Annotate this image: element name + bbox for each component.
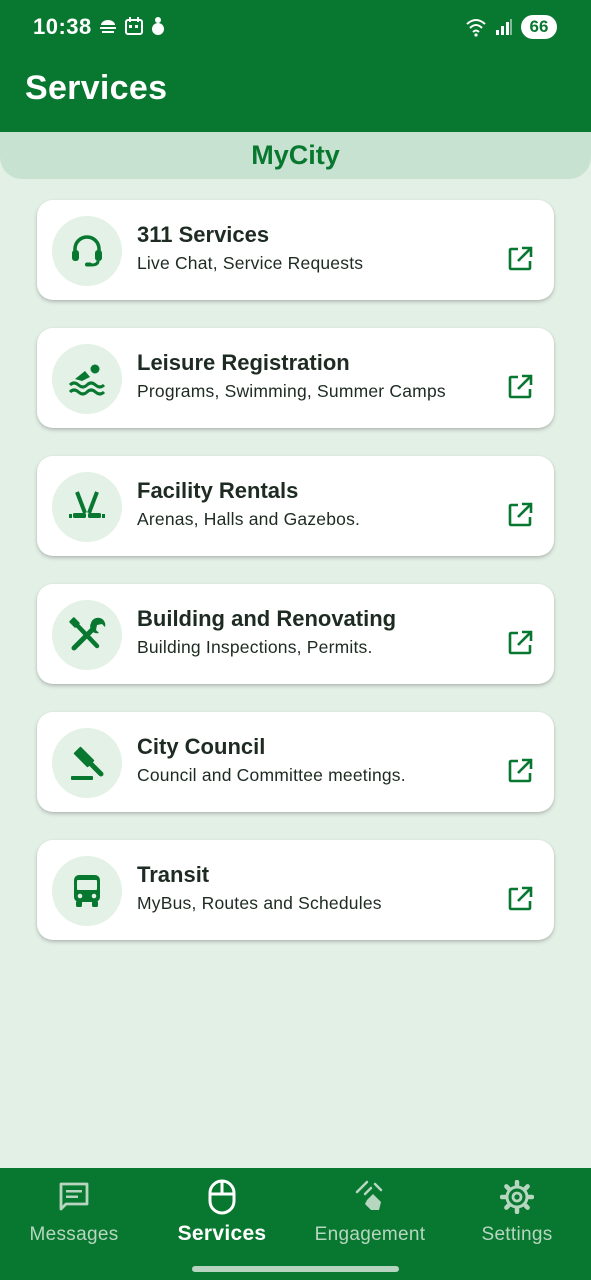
nav-label: Services — [177, 1222, 267, 1245]
nav-services[interactable]: Services — [148, 1168, 296, 1268]
headset-icon — [72, 235, 102, 267]
icon-circle — [52, 344, 122, 414]
service-card-building-renovating[interactable]: Building and Renovating Building Inspect… — [37, 584, 554, 684]
city-name: MyCity — [251, 140, 340, 170]
service-subtitle: Live Chat, Service Requests — [137, 253, 364, 273]
gear-icon — [500, 1180, 534, 1214]
service-title: 311 Services — [137, 222, 270, 247]
service-card-311[interactable]: 311 Services Live Chat, Service Requests — [37, 200, 554, 300]
service-card-transit[interactable]: Transit MyBus, Routes and Schedules — [37, 840, 554, 940]
status-icons-right: 66 — [465, 15, 557, 39]
weather-icon — [100, 20, 116, 33]
bottom-navigation: Messages Services Engagement Settings — [0, 1168, 591, 1280]
service-title: Facility Rentals — [137, 478, 299, 503]
nav-label: Settings — [481, 1224, 553, 1245]
signal-icon — [496, 19, 512, 35]
open-external-icon[interactable] — [506, 501, 534, 529]
hockey-icon — [69, 491, 105, 518]
nav-engagement[interactable]: Engagement — [296, 1168, 444, 1268]
service-title: Building and Renovating — [137, 606, 397, 631]
status-icons-left — [98, 16, 166, 36]
open-external-icon[interactable] — [506, 629, 534, 657]
service-card-leisure-registration[interactable]: Leisure Registration Programs, Swimming,… — [37, 328, 554, 428]
open-external-icon[interactable] — [506, 885, 534, 913]
home-indicator[interactable] — [192, 1266, 399, 1272]
app-header: 10:38 66 Services — [0, 0, 591, 132]
message-icon — [57, 1180, 91, 1214]
service-card-city-council[interactable]: City Council Council and Committee meeti… — [37, 712, 554, 812]
status-bar: 10:38 66 — [0, 0, 591, 56]
figure-icon — [152, 17, 164, 35]
gavel-icon — [71, 746, 104, 780]
service-subtitle: MyBus, Routes and Schedules — [137, 893, 382, 913]
city-banner: MyCity — [0, 132, 591, 179]
service-subtitle: Building Inspections, Permits. — [137, 637, 373, 657]
service-card-facility-rentals[interactable]: Facility Rentals Arenas, Halls and Gazeb… — [37, 456, 554, 556]
engagement-icon — [353, 1180, 387, 1214]
icon-circle — [52, 216, 122, 286]
tools-icon — [69, 617, 106, 651]
nav-messages[interactable]: Messages — [0, 1168, 148, 1268]
open-external-icon[interactable] — [506, 757, 534, 785]
service-subtitle: Council and Committee meetings. — [137, 765, 406, 785]
icon-circle — [52, 856, 122, 926]
wifi-icon — [466, 19, 486, 37]
service-subtitle: Programs, Swimming, Summer Camps — [137, 381, 446, 401]
nav-label: Messages — [29, 1224, 119, 1245]
bus-icon — [74, 875, 100, 907]
service-title: Leisure Registration — [137, 350, 350, 375]
icon-circle — [52, 728, 122, 798]
service-subtitle: Arenas, Halls and Gazebos. — [137, 509, 361, 529]
icon-circle — [52, 472, 122, 542]
battery-indicator: 66 — [521, 15, 557, 39]
status-time: 10:38 — [33, 14, 92, 39]
page-title: Services — [25, 69, 168, 107]
service-title: City Council — [137, 734, 266, 759]
calendar-icon — [125, 17, 143, 35]
swimming-icon — [68, 364, 106, 396]
nav-settings[interactable]: Settings — [443, 1168, 591, 1268]
mouse-icon — [205, 1179, 239, 1215]
service-title: Transit — [137, 862, 210, 887]
open-external-icon[interactable] — [506, 245, 534, 273]
icon-circle — [52, 600, 122, 670]
nav-label: Engagement — [314, 1224, 426, 1245]
open-external-icon[interactable] — [506, 373, 534, 401]
